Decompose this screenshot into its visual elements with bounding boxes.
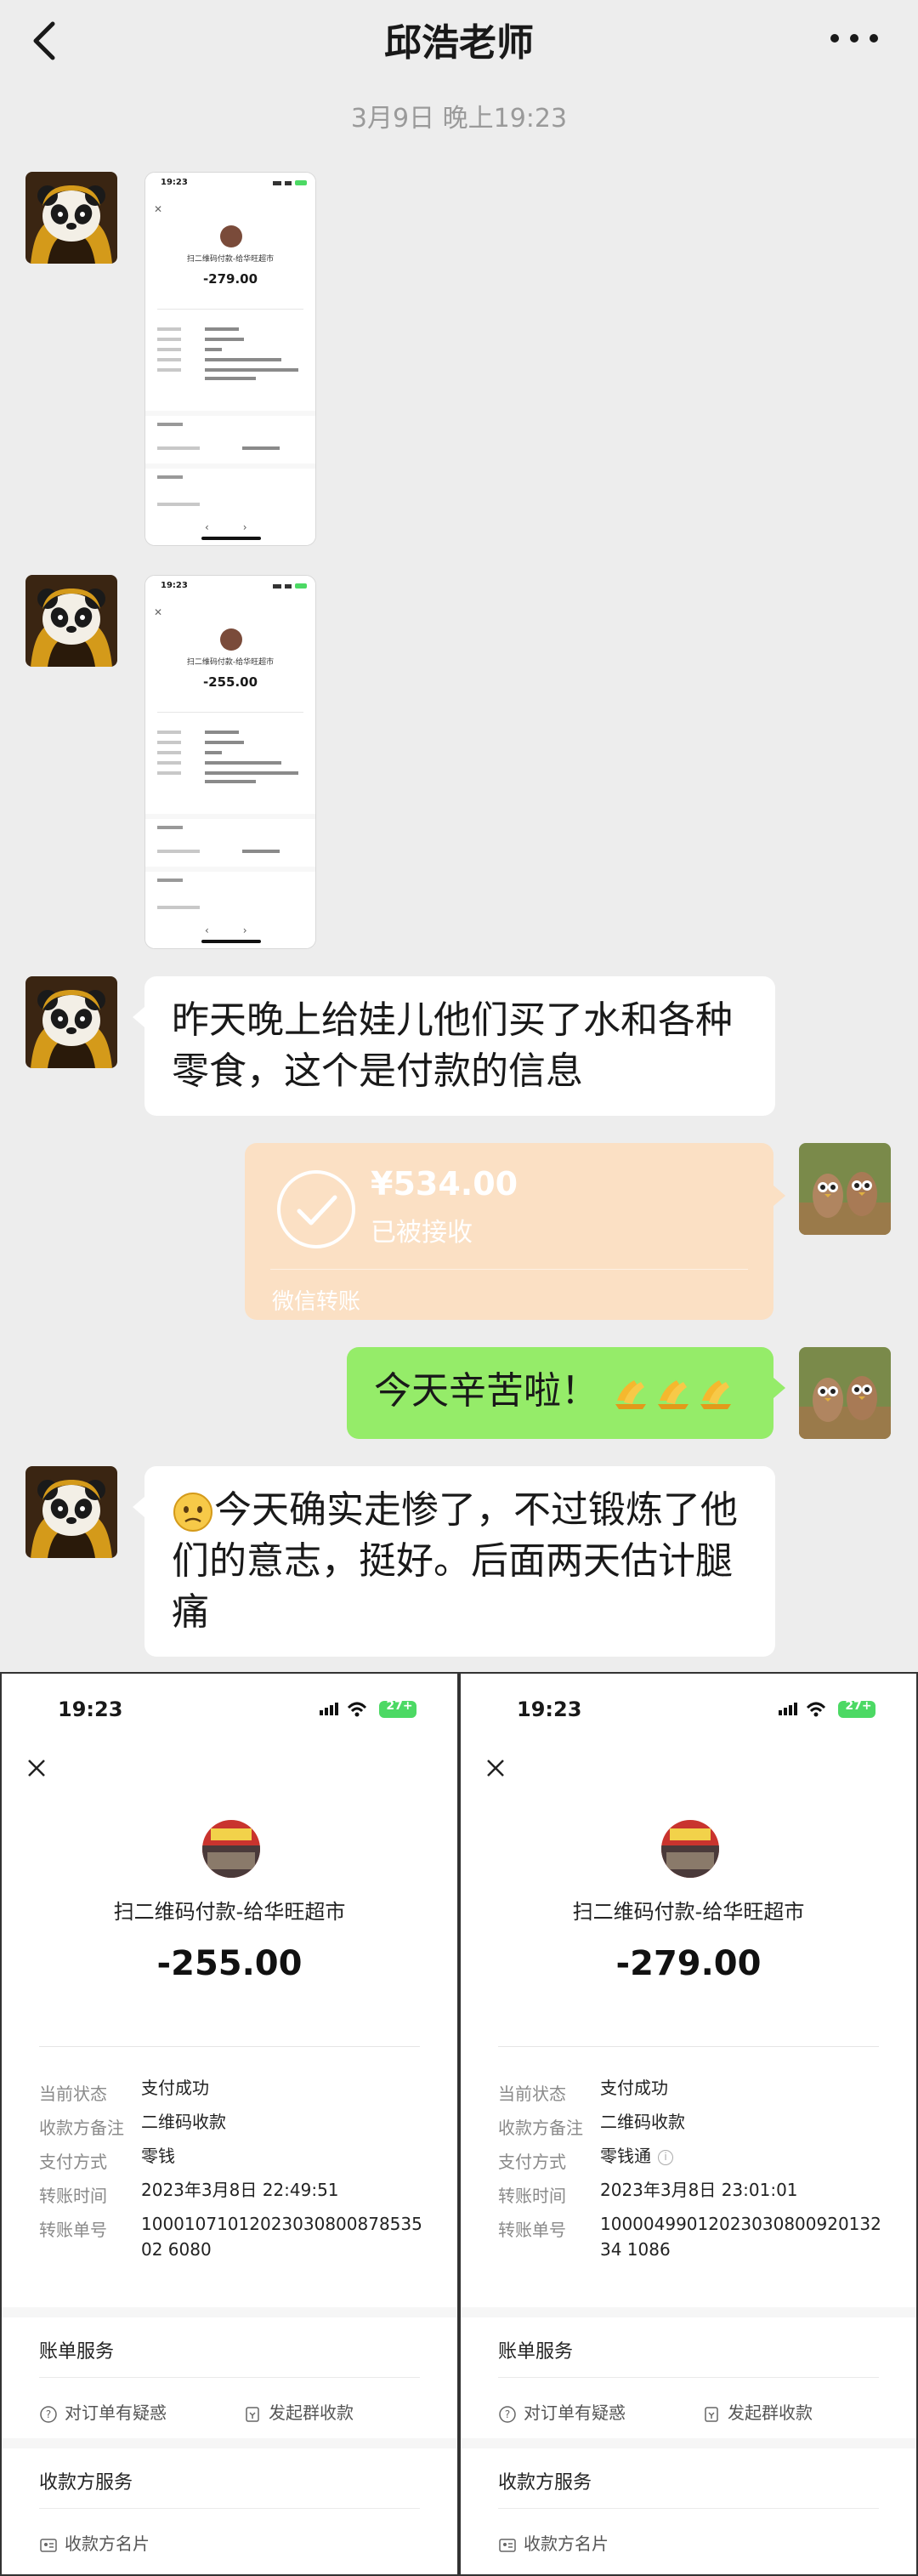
detail-value: 支付成功 [600, 2078, 668, 2098]
group-collect-button[interactable]: 发起群收款 [243, 2399, 354, 2424]
check-circle-icon [277, 1170, 355, 1248]
detail-label: 支付方式 [498, 2152, 566, 2172]
payment-receipt: 19:23 27+ 扫二维码付款-给华旺超市 -279.00 当前状态 支付成功… [459, 1672, 918, 2576]
detail-value: 零钱通 i [600, 2143, 889, 2169]
contact-avatar[interactable] [26, 976, 117, 1068]
detail-value: 2023年3月8日 22:49:51 [141, 2180, 339, 2200]
message-text: 今天辛苦啦！ [374, 1369, 598, 1413]
status-bar-icons [273, 180, 307, 185]
detail-value: 零钱 [141, 2146, 175, 2166]
close-icon[interactable] [483, 1755, 508, 1781]
receipt-screenshots: 19:23 27+ 扫二维码付款-给华旺超市 -255.00 当前状态 支付成功… [0, 1672, 918, 2576]
detail-label: 当前状态 [498, 2084, 566, 2104]
detail-value: 2023年3月8日 23:01:01 [600, 2180, 798, 2200]
chat-title: 邱浩老师 [384, 21, 534, 65]
battery-level: 27+ [386, 1699, 413, 1713]
more-icon[interactable] [824, 26, 884, 51]
close-icon: ✕ [154, 203, 163, 215]
contact-avatar[interactable] [26, 575, 117, 667]
payee-services: 收款方服务 收款方名片 [2, 2448, 457, 2574]
detail-label: 当前状态 [39, 2084, 107, 2104]
detail-label: 支付方式 [39, 2152, 107, 2172]
group-receipt-icon [705, 2406, 718, 2422]
payee-services: 收款方服务 收款方名片 [461, 2448, 916, 2574]
detail-value: 二维码收款 [141, 2112, 226, 2132]
section-title: 收款方服务 [39, 2472, 133, 2494]
detail-value: 1000107101202303080087853502 6080 [141, 2214, 422, 2260]
transfer-amount: ¥534.00 [371, 1165, 518, 1203]
detail-value: 支付成功 [141, 2078, 209, 2098]
sad-face-emoji [173, 1493, 212, 1532]
contact-avatar[interactable] [26, 1466, 117, 1558]
merchant-avatar [202, 1820, 260, 1878]
chat-header: 邱浩老师 [0, 0, 918, 85]
merchant-icon [220, 225, 242, 247]
info-icon[interactable]: i [658, 2149, 673, 2165]
image-message[interactable]: 19:23 ✕ 扫二维码付款-给华旺超市 -255.00 ‹› [144, 575, 316, 949]
section-title: 账单服务 [498, 2341, 574, 2363]
thumb-amount: -279.00 [202, 271, 258, 287]
detail-label: 转账单号 [498, 2220, 566, 2240]
message-text: 今天确实走惨了，不过锻炼了他们的意志，挺好。后面两天估计腿痛 [172, 1488, 738, 1634]
order-doubt-button[interactable]: ? 对订单有疑惑 [39, 2399, 167, 2424]
bill-services: 账单服务 ? 对订单有疑惑 发起群收款 [461, 2317, 916, 2438]
question-icon: ? [499, 2405, 516, 2423]
detail-label: 收款方备注 [498, 2118, 583, 2138]
card-icon [40, 2538, 57, 2552]
transfer-status: 已被接收 [371, 1218, 473, 1248]
section-title: 收款方服务 [498, 2472, 592, 2494]
merchant-icon [220, 628, 242, 651]
thumb-time: 19:23 [161, 581, 188, 590]
status-time: 19:23 [517, 1697, 582, 1721]
payment-amount: -279.00 [615, 1944, 762, 1983]
detail-label: 转账时间 [498, 2186, 566, 2206]
payee-card-button[interactable]: 收款方名片 [39, 2530, 150, 2555]
status-bar-icons [273, 583, 307, 589]
self-avatar[interactable] [799, 1347, 891, 1439]
contact-avatar[interactable] [26, 172, 117, 264]
payment-amount: -255.00 [156, 1944, 303, 1983]
clapping-hands-emoji [615, 1380, 731, 1409]
transfer-message[interactable]: ¥534.00 已被接收 微信转账 [245, 1143, 785, 1320]
close-icon[interactable] [24, 1755, 49, 1781]
merchant-name: 扫二维码付款-给华旺超市 [113, 1900, 346, 1924]
order-doubt-button[interactable]: ? 对订单有疑惑 [498, 2399, 626, 2424]
group-collect-button[interactable]: 发起群收款 [702, 2399, 813, 2424]
merchant-name: 扫二维码付款-给华旺超市 [572, 1900, 805, 1924]
detail-label: 转账时间 [39, 2186, 107, 2206]
detail-label: 收款方备注 [39, 2118, 124, 2138]
section-title: 账单服务 [39, 2341, 115, 2363]
merchant-avatar [661, 1820, 719, 1878]
thumb-time: 19:23 [161, 178, 188, 187]
svg-text:?: ? [505, 2408, 510, 2420]
thumb-amount: -255.00 [202, 674, 258, 690]
thumb-merchant: 扫二维码付款-给华旺超市 [186, 255, 275, 264]
text-message[interactable]: 今天辛苦啦！ [347, 1347, 785, 1439]
payee-card-button[interactable]: 收款方名片 [498, 2530, 609, 2555]
message-text: 昨天晚上给娃儿他们买了水和各种零食，这个是付款的信息 [172, 998, 733, 1093]
self-avatar[interactable] [799, 1143, 891, 1235]
svg-text:?: ? [46, 2408, 51, 2420]
detail-value: 二维码收款 [600, 2112, 685, 2132]
question-icon: ? [40, 2405, 57, 2423]
battery-level: 27+ [845, 1699, 872, 1713]
transfer-label: 微信转账 [272, 1289, 361, 1315]
status-time: 19:23 [58, 1697, 123, 1721]
detail-value: 1000049901202303080092013234 1086 [600, 2214, 881, 2260]
close-icon: ✕ [154, 606, 163, 618]
text-message[interactable]: 今天确实走惨了，不过锻炼了他们的意志，挺好。后面两天估计腿痛 [133, 1466, 775, 1657]
detail-label: 转账单号 [39, 2220, 107, 2240]
payment-receipt: 19:23 27+ 扫二维码付款-给华旺超市 -255.00 当前状态 支付成功… [0, 1672, 459, 2576]
group-receipt-icon [246, 2406, 259, 2422]
image-message[interactable]: 19:23 ✕ 扫二维码付款-给华旺超市 -279.00 ‹› [144, 172, 316, 546]
card-icon [499, 2538, 516, 2552]
message-timestamp: 3月9日 晚上19:23 [350, 104, 568, 134]
thumb-merchant: 扫二维码付款-给华旺超市 [186, 658, 275, 667]
text-message[interactable]: 昨天晚上给娃儿他们买了水和各种零食，这个是付款的信息 [133, 976, 775, 1116]
bill-services: 账单服务 ? 对订单有疑惑 发起群收款 [2, 2317, 457, 2438]
